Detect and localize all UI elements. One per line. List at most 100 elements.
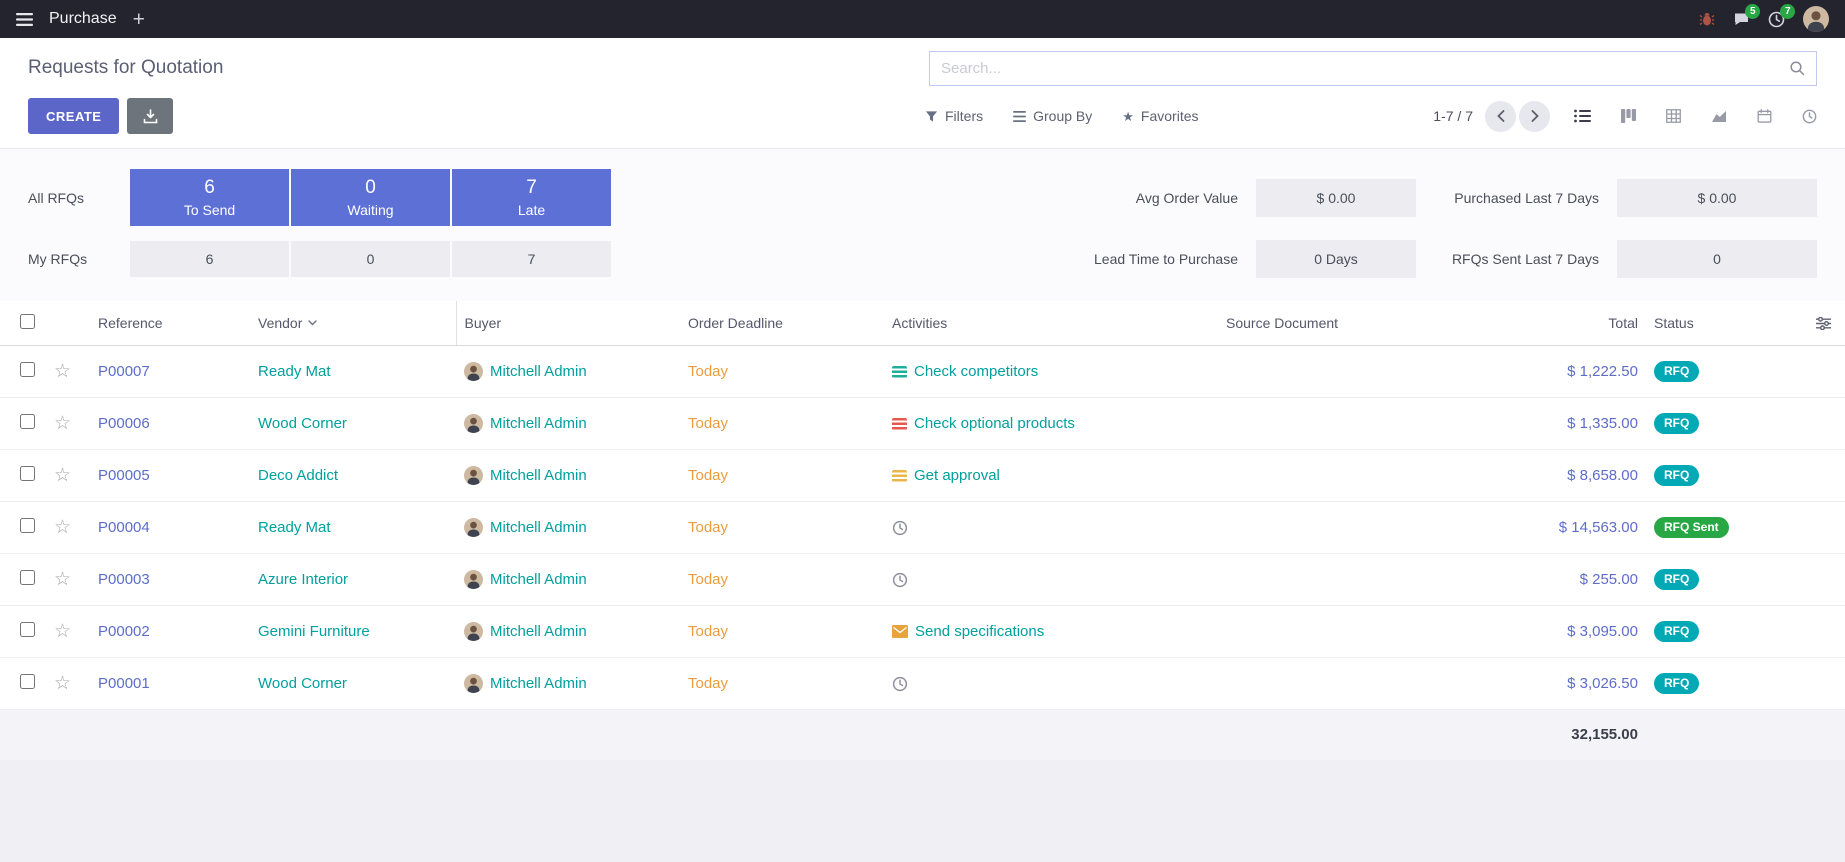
favorite-star-icon[interactable]: ☆ — [54, 465, 71, 486]
row-checkbox[interactable] — [20, 674, 35, 689]
source-document-cell — [1218, 346, 1486, 398]
source-document-cell — [1218, 606, 1486, 658]
row-checkbox[interactable] — [20, 570, 35, 585]
favorite-star-icon[interactable]: ☆ — [54, 569, 71, 590]
activity-cell[interactable] — [892, 676, 1210, 692]
pager-next-button[interactable] — [1519, 101, 1550, 132]
control-panel: Requests for Quotation CREATE — [0, 38, 1845, 148]
buyer-avatar — [464, 622, 483, 641]
favorite-star-icon[interactable]: ☆ — [54, 413, 71, 434]
table-row[interactable]: ☆ P00006 Wood Corner Mitchell Admin Toda… — [0, 398, 1845, 450]
filters-button[interactable]: Filters — [925, 108, 983, 124]
vendor-link: Wood Corner — [258, 675, 347, 692]
activity-cell[interactable]: Get approval — [892, 467, 1210, 484]
row-checkbox[interactable] — [20, 622, 35, 637]
buyer-name: Mitchell Admin — [490, 519, 587, 536]
kpi-card-to-send[interactable]: 6 To Send — [130, 169, 289, 226]
buyer-name: Mitchell Admin — [490, 363, 587, 380]
activity-envelope-icon — [892, 625, 908, 638]
list-view-icon[interactable] — [1574, 109, 1591, 123]
app-name[interactable]: Purchase — [49, 10, 117, 28]
metric-value-rfqs-sent-last-7-days[interactable]: 0 — [1617, 240, 1817, 278]
my-rfqs-waiting[interactable]: 0 — [291, 241, 450, 277]
row-checkbox[interactable] — [20, 362, 35, 377]
table-row[interactable]: ☆ P00001 Wood Corner Mitchell Admin Toda… — [0, 658, 1845, 710]
reference-link[interactable]: P00003 — [98, 571, 150, 588]
reference-link[interactable]: P00001 — [98, 675, 150, 692]
row-checkbox[interactable] — [20, 466, 35, 481]
messages-badge: 5 — [1745, 4, 1760, 19]
column-header-total[interactable]: Total — [1486, 301, 1646, 346]
source-document-cell — [1218, 658, 1486, 710]
table-row[interactable]: ☆ P00005 Deco Addict Mitchell Admin Toda… — [0, 450, 1845, 502]
rfq-table: Reference Vendor Buyer Order Deadline Ac… — [0, 301, 1845, 760]
column-header-status[interactable]: Status — [1646, 301, 1798, 346]
reference-link[interactable]: P00005 — [98, 467, 150, 484]
kpi-card-waiting[interactable]: 0 Waiting — [291, 169, 450, 226]
reference-link[interactable]: P00002 — [98, 623, 150, 640]
activity-cell[interactable]: Check optional products — [892, 415, 1210, 432]
reference-link[interactable]: P00007 — [98, 363, 150, 380]
favorite-star-icon[interactable]: ☆ — [54, 517, 71, 538]
table-row[interactable]: ☆ P00007 Ready Mat Mitchell Admin Today … — [0, 346, 1845, 398]
favorites-button[interactable]: ★ Favorites — [1122, 108, 1198, 124]
metric-value-avg-order-value[interactable]: $ 0.00 — [1256, 179, 1416, 217]
my-rfqs-late[interactable]: 7 — [452, 241, 611, 277]
column-header-buyer[interactable]: Buyer — [456, 301, 680, 346]
kpi-card-late[interactable]: 7 Late — [452, 169, 611, 226]
graph-view-icon[interactable] — [1711, 109, 1727, 123]
calendar-view-icon[interactable] — [1757, 109, 1772, 123]
hamburger-menu-icon[interactable] — [16, 13, 33, 26]
source-document-cell — [1218, 554, 1486, 606]
table-header-row: Reference Vendor Buyer Order Deadline Ac… — [0, 301, 1845, 346]
activity-label: Check optional products — [914, 415, 1075, 432]
column-header-activities[interactable]: Activities — [884, 301, 1218, 346]
order-deadline: Today — [688, 467, 728, 484]
metric-value-purchased-last-7-days[interactable]: $ 0.00 — [1617, 179, 1817, 217]
row-checkbox[interactable] — [20, 518, 35, 533]
user-avatar[interactable] — [1803, 6, 1829, 32]
status-badge: RFQ — [1654, 361, 1699, 382]
search-input[interactable] — [941, 60, 1789, 77]
table-row[interactable]: ☆ P00003 Azure Interior Mitchell Admin T… — [0, 554, 1845, 606]
my-rfqs-to-send[interactable]: 6 — [130, 241, 289, 277]
column-header-reference[interactable]: Reference — [90, 301, 250, 346]
reference-link[interactable]: P00006 — [98, 415, 150, 432]
row-checkbox[interactable] — [20, 414, 35, 429]
create-button[interactable]: CREATE — [28, 98, 119, 134]
reference-link[interactable]: P00004 — [98, 519, 150, 536]
export-button[interactable] — [127, 98, 173, 134]
activity-cell[interactable] — [892, 572, 1210, 588]
buyer-avatar — [464, 362, 483, 381]
column-header-order-deadline[interactable]: Order Deadline — [680, 301, 884, 346]
order-deadline: Today — [688, 519, 728, 536]
activity-cell[interactable]: Send specifications — [892, 623, 1210, 640]
column-header-source-document[interactable]: Source Document — [1218, 301, 1486, 346]
star-icon: ★ — [1122, 110, 1134, 123]
kanban-view-icon[interactable] — [1621, 109, 1636, 123]
table-row[interactable]: ☆ P00004 Ready Mat Mitchell Admin Today … — [0, 502, 1845, 554]
messages-icon[interactable]: 5 — [1733, 11, 1750, 27]
favorite-star-icon[interactable]: ☆ — [54, 361, 71, 382]
search-box[interactable] — [929, 51, 1817, 86]
favorite-star-icon[interactable]: ☆ — [54, 673, 71, 694]
activity-cell[interactable] — [892, 520, 1210, 536]
select-all-checkbox[interactable] — [20, 314, 35, 329]
buyer-name: Mitchell Admin — [490, 675, 587, 692]
favorite-star-icon[interactable]: ☆ — [54, 621, 71, 642]
activity-view-icon[interactable] — [1802, 109, 1817, 124]
new-tab-button[interactable]: + — [133, 9, 145, 30]
page-title: Requests for Quotation — [28, 57, 223, 79]
group-by-button[interactable]: Group By — [1013, 108, 1092, 124]
pager-previous-button[interactable] — [1485, 101, 1516, 132]
column-header-vendor[interactable]: Vendor — [250, 301, 456, 346]
table-row[interactable]: ☆ P00002 Gemini Furniture Mitchell Admin… — [0, 606, 1845, 658]
activities-clock-icon[interactable]: 7 — [1768, 11, 1785, 28]
activity-cell[interactable]: Check competitors — [892, 363, 1210, 380]
status-badge: RFQ — [1654, 413, 1699, 434]
metric-value-lead-time[interactable]: 0 Days — [1256, 240, 1416, 278]
filter-funnel-icon — [925, 110, 938, 123]
debug-icon[interactable] — [1699, 11, 1715, 27]
optional-columns-sliders-icon[interactable] — [1806, 317, 1837, 330]
pivot-view-icon[interactable] — [1666, 109, 1681, 123]
